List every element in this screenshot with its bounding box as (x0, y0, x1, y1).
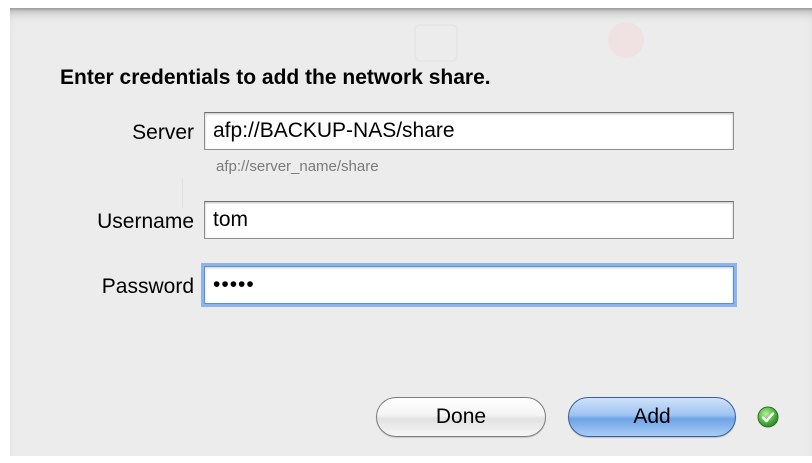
done-button[interactable]: Done (376, 397, 546, 437)
username-input[interactable] (204, 201, 734, 239)
background-separator (182, 178, 183, 208)
background-icon (414, 24, 458, 62)
dialog-title: Enter credentials to add the network sha… (60, 66, 491, 89)
password-input[interactable]: ••••• (204, 266, 734, 304)
username-label: Username (97, 210, 194, 233)
server-label: Server (132, 121, 194, 144)
green-check-icon (757, 406, 779, 428)
credentials-sheet: Enter credentials to add the network sha… (10, 8, 812, 456)
password-label: Password (101, 275, 194, 298)
server-input[interactable] (204, 112, 734, 150)
server-hint: afp://server_name/share (216, 158, 379, 175)
screen: Enter credentials to add the network sha… (0, 0, 812, 463)
add-button[interactable]: Add (568, 397, 736, 437)
background-icon (608, 22, 644, 58)
